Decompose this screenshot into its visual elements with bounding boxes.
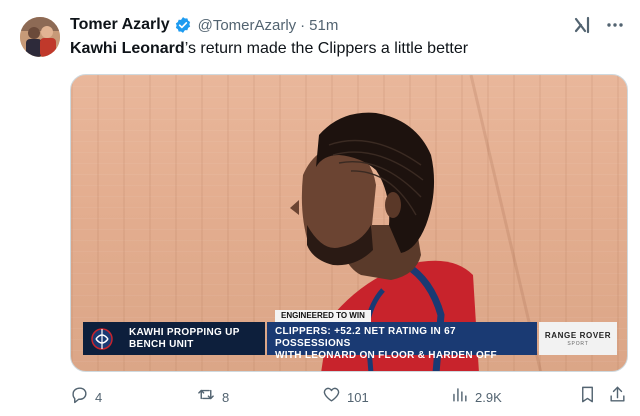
share-button[interactable] <box>608 386 627 408</box>
timestamp[interactable]: 51m <box>309 17 338 34</box>
like-count: 101 <box>347 389 369 405</box>
more-icon[interactable] <box>604 14 626 36</box>
repost-button[interactable]: 8 <box>196 386 229 408</box>
sponsor-name: RANGE ROVER <box>544 330 612 340</box>
author-name[interactable]: Tomer Azarly <box>70 16 170 34</box>
tweet-text-bold[interactable]: Kawhi Leonard <box>70 40 185 57</box>
author-handle[interactable]: @TomerAzarly <box>198 17 297 34</box>
broadcast-ticker: ENGINEERED TO WIN KAWHI PROPPING UP BENC… <box>83 310 617 361</box>
reply-count: 4 <box>95 389 103 405</box>
heart-icon <box>322 385 341 409</box>
top-right-actions <box>572 14 626 36</box>
reply-button[interactable]: 4 <box>70 386 102 408</box>
ticker-stat-line1: CLIPPERS: +52.2 NET RATING IN 67 POSSESS… <box>275 326 456 349</box>
separator-dot: · <box>300 16 306 34</box>
like-button[interactable]: 101 <box>322 386 369 408</box>
tweet-text-rest: ’s return made the Clippers a little bet… <box>184 40 469 57</box>
repost-icon <box>196 385 216 409</box>
ticker-stat-panel: CLIPPERS: +52.2 NET RATING IN 67 POSSESS… <box>267 322 537 361</box>
tweet-media[interactable]: ENGINEERED TO WIN KAWHI PROPPING UP BENC… <box>70 74 628 372</box>
ticker-left-panel: KAWHI PROPPING UP BENCH UNIT <box>83 322 265 355</box>
bookmark-button[interactable] <box>578 386 597 408</box>
tweet-actions: 4 8 101 2.9K <box>70 386 628 408</box>
views-button[interactable]: 2.9K <box>450 386 502 408</box>
verified-badge-icon[interactable] <box>174 16 192 34</box>
grok-icon[interactable] <box>572 14 594 36</box>
tweet-card[interactable]: Tomer Azarly @TomerAzarly · 51m Kawhi Le… <box>0 0 640 416</box>
clippers-logo-icon <box>83 322 121 355</box>
bookmark-icon <box>578 385 597 409</box>
sponsor-subname: SPORT <box>567 340 589 347</box>
tweet-header: Tomer Azarly @TomerAzarly · 51m <box>70 14 338 36</box>
views-icon <box>450 385 469 409</box>
reply-icon <box>70 385 89 409</box>
ticker-left-line2: BENCH UNIT <box>129 338 194 350</box>
ticker-left-caption: KAWHI PROPPING UP BENCH UNIT <box>121 327 240 351</box>
ticker-stat-line2: WITH LEONARD ON FLOOR & HARDEN OFF <box>275 350 497 361</box>
ticker-tag: ENGINEERED TO WIN <box>275 310 371 322</box>
views-count: 2.9K <box>475 389 502 405</box>
sponsor-panel: RANGE ROVER SPORT <box>539 322 617 355</box>
tweet-text: Kawhi Leonard’s return made the Clippers… <box>70 40 468 58</box>
repost-count: 8 <box>222 389 230 405</box>
ticker-left-line1: KAWHI PROPPING UP <box>129 326 240 338</box>
share-icon <box>608 385 627 409</box>
avatar[interactable] <box>20 17 60 57</box>
